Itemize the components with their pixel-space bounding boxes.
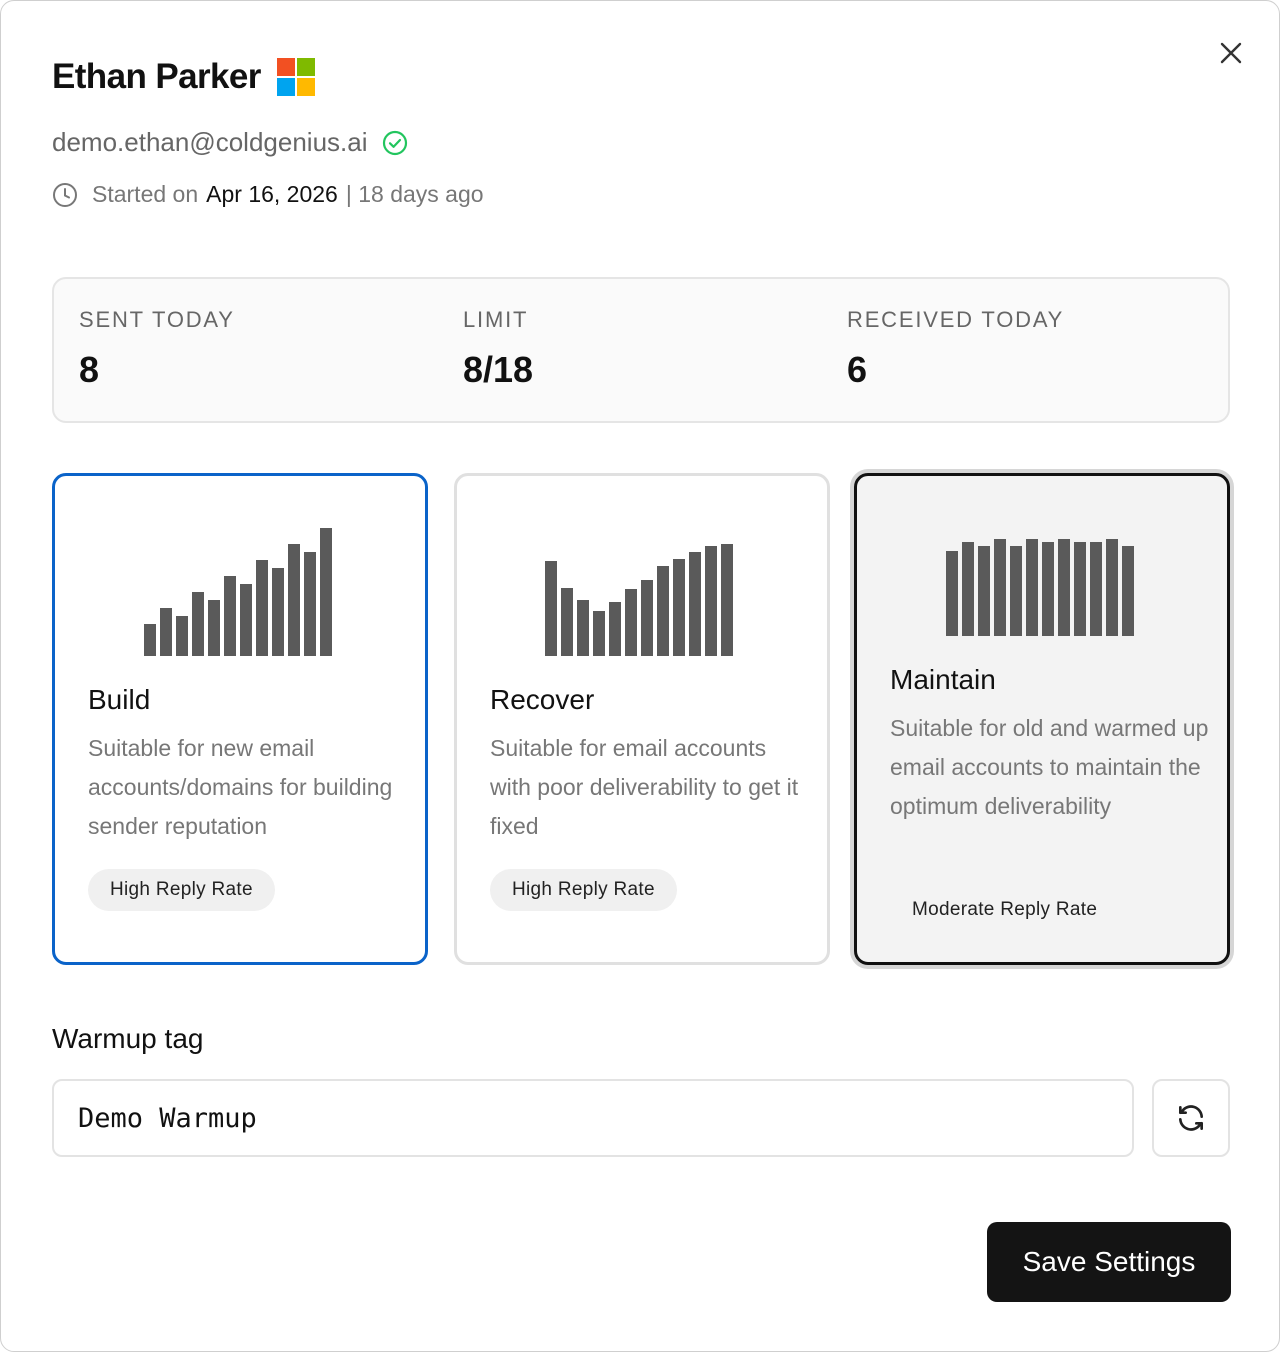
build-trend-chart <box>144 528 332 656</box>
recover-trend-chart <box>545 544 733 656</box>
stat-label: SENT TODAY <box>79 307 235 332</box>
warmup-settings-modal: Ethan Parker demo.ethan@coldgenius.ai St… <box>0 0 1280 1352</box>
trend-bar <box>208 600 220 656</box>
mode-title: Build <box>88 684 151 715</box>
trend-bar <box>1042 542 1054 636</box>
trend-bar <box>304 552 316 656</box>
trend-bar <box>962 542 974 636</box>
trend-bar <box>192 592 204 656</box>
warmup-tag-input[interactable] <box>52 1079 1134 1157</box>
mode-description: Suitable for old and warmed up email acc… <box>890 715 1209 819</box>
mode-description: Suitable for email accounts with poor de… <box>490 735 799 839</box>
mode-description: Suitable for new email accounts/domains … <box>88 735 393 839</box>
stat-label: LIMIT <box>463 307 529 332</box>
trend-bar <box>625 589 637 656</box>
started-info: Started on Apr 16, 2026 | 18 days ago <box>52 181 484 208</box>
mode-card-maintain[interactable]: Maintain Suitable for old and warmed up … <box>854 473 1230 965</box>
account-email: demo.ethan@coldgenius.ai <box>52 127 368 157</box>
trend-bar <box>561 588 573 656</box>
close-icon <box>1220 42 1242 64</box>
trend-bar <box>689 552 701 656</box>
trend-bar <box>1058 539 1070 636</box>
trend-bar <box>577 600 589 656</box>
reply-rate-badge: Moderate Reply Rate <box>912 899 1098 920</box>
reply-rate-badge: High Reply Rate <box>88 869 275 911</box>
trend-bar <box>288 544 300 656</box>
started-prefix: Started on <box>92 181 199 207</box>
mode-title: Recover <box>490 684 595 715</box>
trend-bar <box>272 568 284 656</box>
refresh-icon <box>1179 1105 1203 1131</box>
trend-bar <box>144 624 156 656</box>
started-date: Apr 16, 2026 <box>206 181 338 207</box>
trend-bar <box>994 539 1006 636</box>
trend-bar <box>721 544 733 656</box>
trend-bar <box>240 584 252 656</box>
trend-bar <box>609 602 621 656</box>
trend-bar <box>641 580 653 656</box>
trend-bar <box>1074 542 1086 636</box>
stat-sent-today: SENT TODAY 8 <box>79 307 235 391</box>
trend-bar <box>1010 546 1022 636</box>
save-settings-button[interactable]: Save Settings <box>987 1222 1231 1302</box>
stat-value: 8/18 <box>463 349 534 390</box>
check-circle-icon <box>382 130 408 156</box>
trend-bar <box>673 559 685 656</box>
warmup-tag-label: Warmup tag <box>52 1023 204 1054</box>
trend-bar <box>256 560 268 656</box>
clock-icon <box>52 182 78 208</box>
maintain-trend-chart <box>946 539 1134 636</box>
mode-card-build[interactable]: Build Suitable for new email accounts/do… <box>52 473 428 965</box>
trend-bar <box>1106 539 1118 636</box>
refresh-button[interactable] <box>1152 1079 1230 1157</box>
stat-value: 8 <box>79 349 100 390</box>
close-button[interactable] <box>1213 35 1249 71</box>
trend-bar <box>946 551 958 636</box>
trend-bar <box>1026 539 1038 636</box>
trend-bar <box>320 528 332 656</box>
reply-rate-badge: High Reply Rate <box>490 869 677 911</box>
stats-panel: SENT TODAY 8 LIMIT 8/18 RECEIVED TODAY 6 <box>52 277 1230 423</box>
stat-value: 6 <box>847 349 868 390</box>
trend-bar <box>1122 546 1134 636</box>
account-header: Ethan Parker <box>52 57 315 97</box>
trend-bar <box>160 608 172 656</box>
stat-label: RECEIVED TODAY <box>847 307 1065 332</box>
trend-bar <box>978 546 990 636</box>
started-ago: | 18 days ago <box>345 181 484 207</box>
trend-bar <box>1090 542 1102 636</box>
trend-bar <box>657 566 669 656</box>
trend-bar <box>593 611 605 656</box>
account-email-row: demo.ethan@coldgenius.ai <box>52 127 408 158</box>
microsoft-logo <box>276 58 315 96</box>
trend-bar <box>224 576 236 656</box>
stat-received-today: RECEIVED TODAY 6 <box>847 307 1064 391</box>
stat-limit: LIMIT 8/18 <box>463 307 533 391</box>
trend-bar <box>545 561 557 656</box>
account-name: Ethan Parker <box>52 57 261 96</box>
trend-bar <box>176 616 188 656</box>
trend-bar <box>705 546 717 656</box>
mode-card-recover[interactable]: Recover Suitable for email accounts with… <box>454 473 830 965</box>
mode-title: Maintain <box>890 664 996 695</box>
